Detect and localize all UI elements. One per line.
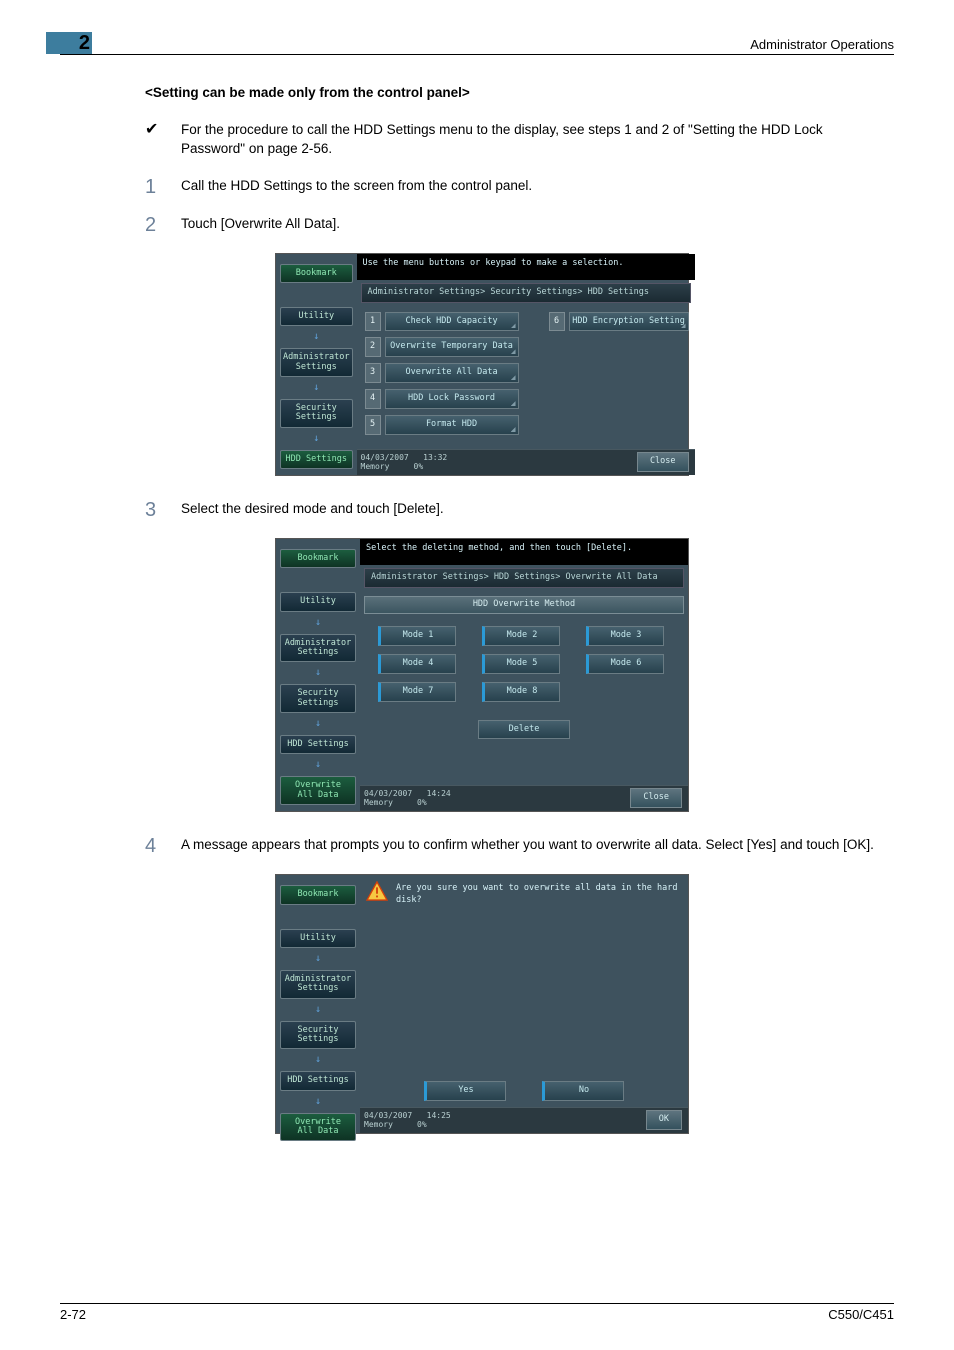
status-text: 04/03/2007 13:32 Memory 0% [361,453,637,472]
close-button[interactable]: Close [637,452,689,472]
arrow-down-icon: ↓ [280,383,353,393]
footer-rule [60,1303,894,1304]
mode-8-button[interactable]: Mode 8 [482,682,560,702]
step-4-text: A message appears that prompts you to co… [181,836,874,856]
step-4-marker: 4 [145,836,181,856]
overwrite-temp-data-button[interactable]: Overwrite Temporary Data [385,337,519,357]
arrow-down-icon: ↓ [280,954,356,964]
mode-3-button[interactable]: Mode 3 [586,626,664,646]
step-2-marker: 2 [145,215,181,235]
step-1-text: Call the HDD Settings to the screen from… [181,177,874,197]
panel-message: Select the deleting method, and then tou… [360,539,688,565]
ok-button[interactable]: OK [646,1110,682,1130]
yes-button[interactable]: Yes [424,1081,506,1101]
check-icon: ✔ [145,121,181,159]
close-button[interactable]: Close [630,788,682,808]
hdd-settings-button[interactable]: HDD Settings [280,735,356,754]
admin-settings-button[interactable]: Administrator Settings [280,348,353,377]
arrow-down-icon: ↓ [280,434,353,444]
arrow-down-icon: ↓ [280,668,356,678]
arrow-down-icon: ↓ [280,760,356,770]
utility-button[interactable]: Utility [280,592,356,611]
menu-index: 4 [365,389,381,409]
chapter-number: 2 [79,29,90,57]
mode-6-button[interactable]: Mode 6 [586,654,664,674]
bookmark-button[interactable]: Bookmark [280,549,356,568]
menu-index: 3 [365,363,381,383]
page-header: Administrator Operations [750,36,894,54]
arrow-down-icon: ↓ [280,719,356,729]
hdd-settings-panel: Bookmark Utility ↓ Administrator Setting… [275,253,689,476]
check-hdd-capacity-button[interactable]: Check HDD Capacity [385,312,519,332]
bookmark-button[interactable]: Bookmark [280,885,356,904]
hdd-encryption-setting-button[interactable]: HDD Encryption Setting [569,312,689,332]
arrow-down-icon: ↓ [280,1055,356,1065]
format-hdd-button[interactable]: Format HDD [385,415,519,435]
step-3-text: Select the desired mode and touch [Delet… [181,500,874,520]
mode-2-button[interactable]: Mode 2 [482,626,560,646]
utility-button[interactable]: Utility [280,929,356,948]
menu-index: 2 [365,337,381,357]
no-button[interactable]: No [542,1081,624,1101]
breadcrumb: Administrator Settings> HDD Settings> Ov… [364,568,684,588]
arrow-down-icon: ↓ [280,618,356,628]
confirm-message: Are you sure you want to overwrite all d… [396,881,682,907]
overwrite-all-data-button[interactable]: Overwrite All Data [280,1113,356,1142]
mode-header: HDD Overwrite Method [364,596,684,614]
overwrite-all-data-button[interactable]: Overwrite All Data [385,363,519,383]
confirm-panel: Bookmark Utility ↓ Administrator Setting… [275,874,689,1134]
step-1-marker: 1 [145,177,181,197]
prereq-text: For the procedure to call the HDD Settin… [181,121,874,159]
bookmark-button[interactable]: Bookmark [280,264,353,283]
panel-message: Use the menu buttons or keypad to make a… [357,254,695,280]
admin-settings-button[interactable]: Administrator Settings [280,970,356,999]
mode-4-button[interactable]: Mode 4 [378,654,456,674]
page-number: 2-72 [60,1306,86,1324]
security-settings-button[interactable]: Security Settings [280,399,353,428]
mode-1-button[interactable]: Mode 1 [378,626,456,646]
arrow-down-icon: ↓ [280,332,353,342]
arrow-down-icon: ↓ [280,1005,356,1015]
delete-button[interactable]: Delete [478,720,570,740]
menu-index: 5 [365,415,381,435]
header-rule [60,54,894,55]
menu-index: 6 [549,312,565,332]
section-heading: <Setting can be made only from the contr… [145,84,874,103]
menu-index: 1 [365,312,381,332]
mode-7-button[interactable]: Mode 7 [378,682,456,702]
arrow-down-icon: ↓ [280,1097,356,1107]
breadcrumb: Administrator Settings> Security Setting… [361,283,691,303]
admin-settings-button[interactable]: Administrator Settings [280,634,356,663]
hdd-settings-button[interactable]: HDD Settings [280,450,353,469]
security-settings-button[interactable]: Security Settings [280,684,356,713]
status-text: 04/03/2007 14:25 Memory 0% [364,1111,646,1130]
warning-icon [366,881,388,901]
model-label: C550/C451 [828,1306,894,1324]
step-2-text: Touch [Overwrite All Data]. [181,215,874,235]
hdd-lock-password-button[interactable]: HDD Lock Password [385,389,519,409]
overwrite-all-data-button[interactable]: Overwrite All Data [280,776,356,805]
step-3-marker: 3 [145,500,181,520]
status-text: 04/03/2007 14:24 Memory 0% [364,789,630,808]
mode-5-button[interactable]: Mode 5 [482,654,560,674]
security-settings-button[interactable]: Security Settings [280,1021,356,1050]
overwrite-method-panel: Bookmark Utility ↓ Administrator Setting… [275,538,689,812]
chapter-tab: 2 [46,32,92,54]
hdd-settings-button[interactable]: HDD Settings [280,1071,356,1090]
utility-button[interactable]: Utility [280,307,353,326]
